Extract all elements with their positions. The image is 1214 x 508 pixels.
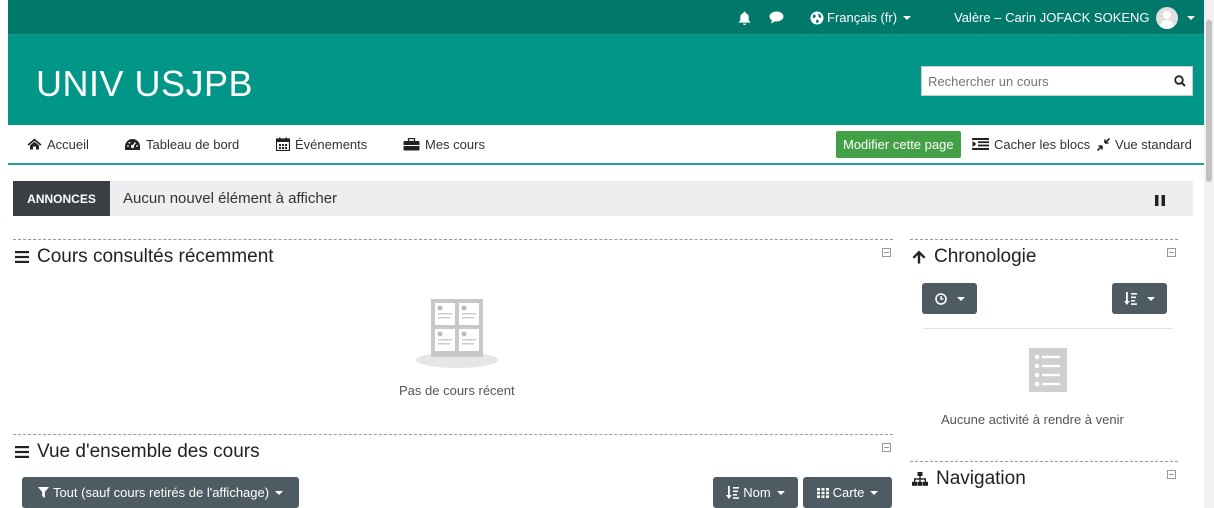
navigation-title: Navigation <box>912 468 1026 490</box>
list-placeholder-icon <box>1029 348 1067 392</box>
page-header: UNIV USJPB <box>8 35 1204 125</box>
course-search <box>921 66 1193 96</box>
chevron-down-icon <box>776 490 785 495</box>
user-menu[interactable]: Valère – Carin JOFACK SOKENG <box>954 0 1195 35</box>
sort-alpha-icon <box>1124 292 1137 305</box>
chevron-down-icon <box>1147 296 1155 301</box>
timeline-title: Chronologie <box>912 246 1036 268</box>
nav-events[interactable]: Événements <box>276 125 367 163</box>
home-icon <box>27 138 42 150</box>
scrollbar-thumb[interactable] <box>1206 20 1212 182</box>
search-button[interactable] <box>1168 68 1192 94</box>
standard-view-button[interactable]: Vue standard <box>1097 125 1192 163</box>
arrow-up-icon <box>912 250 926 264</box>
chevron-down-icon <box>1186 15 1195 20</box>
announcements-label: ANNONCES <box>13 181 110 216</box>
announcements-message: Aucun nouvel élément à afficher <box>123 190 338 207</box>
sitemap-icon <box>912 472 928 486</box>
course-overview-title: Vue d'ensemble des cours <box>15 441 260 463</box>
site-name[interactable]: UNIV USJPB <box>36 63 253 105</box>
language-label: Français (fr) <box>827 10 898 25</box>
course-overview-heading: Vue d'ensemble des cours <box>37 441 260 462</box>
chevron-down-icon <box>903 15 912 20</box>
nav-home[interactable]: Accueil <box>27 125 89 163</box>
divider <box>923 328 1173 329</box>
compress-icon <box>1097 137 1110 151</box>
collapse-icon[interactable] <box>882 248 891 257</box>
timeline-date-filter[interactable] <box>922 283 977 314</box>
nav-home-label: Accueil <box>47 136 89 152</box>
course-filter-label: Tout (sauf cours retirés de l'affichage) <box>52 485 270 500</box>
avatar <box>1155 6 1178 29</box>
bars-icon <box>15 446 29 458</box>
timeline-sort[interactable] <box>1112 283 1167 314</box>
collapse-icon[interactable] <box>882 443 891 452</box>
filter-icon <box>37 487 49 498</box>
timeline-block: Chronologie Aucune activité à rendre à v… <box>910 239 1178 439</box>
nav-dashboard-label: Tableau de bord <box>146 136 240 152</box>
course-filter-dropdown[interactable]: Tout (sauf cours retirés de l'affichage) <box>22 477 299 508</box>
pause-button[interactable] <box>1155 193 1165 211</box>
globe-icon <box>810 11 824 24</box>
indent-icon <box>972 138 989 150</box>
courses-placeholder-icon <box>416 299 498 368</box>
notifications-button[interactable] <box>738 0 751 35</box>
search-icon <box>1174 75 1186 87</box>
recent-courses-heading: Cours consultés récemment <box>37 246 274 267</box>
timeline-empty: Aucune activité à rendre à venir <box>941 412 1124 427</box>
page: Français (fr) Valère – Carin JOFACK SOKE… <box>0 0 1214 508</box>
main-navigation: Accueil Tableau de bord Événements Mes c… <box>8 125 1204 165</box>
chevron-down-icon <box>956 296 965 301</box>
briefcase-icon <box>403 137 420 150</box>
dashboard-icon <box>125 138 140 150</box>
calendar-icon <box>276 137 290 151</box>
clock-icon <box>934 292 947 305</box>
pause-icon <box>1155 195 1165 206</box>
recent-courses-block: Cours consultés récemment Pas de cours r… <box>13 239 893 429</box>
recent-courses-title: Cours consultés récemment <box>15 246 274 268</box>
bell-icon <box>738 11 751 25</box>
grid-icon <box>816 487 829 498</box>
course-overview-block: Vue d'ensemble des cours Tout (sauf cour… <box>13 434 893 508</box>
nav-my-courses[interactable]: Mes cours <box>403 125 485 163</box>
hide-blocks-button[interactable]: Cacher les blocs <box>972 125 1090 163</box>
search-input[interactable] <box>922 68 1168 94</box>
bars-icon <box>15 251 29 263</box>
navigation-heading: Navigation <box>936 468 1026 489</box>
edit-page-button[interactable]: Modifier cette page <box>836 131 961 158</box>
chat-icon <box>769 11 784 24</box>
timeline-heading: Chronologie <box>934 246 1037 267</box>
announcements-bar: ANNONCES Aucun nouvel élément à afficher <box>13 181 1193 216</box>
recent-courses-empty: Pas de cours récent <box>399 383 515 398</box>
collapse-icon[interactable] <box>1167 248 1176 257</box>
user-name: Valère – Carin JOFACK SOKENG <box>954 10 1150 25</box>
top-navbar: Français (fr) Valère – Carin JOFACK SOKE… <box>8 0 1204 35</box>
chevron-down-icon <box>870 490 879 495</box>
chevron-down-icon <box>275 490 284 495</box>
sort-label: Nom <box>743 485 771 500</box>
hide-blocks-label: Cacher les blocs <box>994 136 1091 152</box>
view-dropdown[interactable]: Carte <box>803 477 892 508</box>
collapse-icon[interactable] <box>1167 470 1176 479</box>
sort-alpha-icon <box>726 486 740 499</box>
nav-events-label: Événements <box>295 136 368 152</box>
navigation-block: Navigation <box>910 461 1178 508</box>
language-menu[interactable]: Français (fr) <box>810 0 912 35</box>
nav-my-courses-label: Mes cours <box>425 136 485 152</box>
nav-dashboard[interactable]: Tableau de bord <box>124 125 239 163</box>
view-label: Carte <box>832 485 865 500</box>
standard-view-label: Vue standard <box>1115 136 1192 152</box>
messages-button[interactable] <box>769 0 784 35</box>
sort-dropdown[interactable]: Nom <box>713 477 798 508</box>
